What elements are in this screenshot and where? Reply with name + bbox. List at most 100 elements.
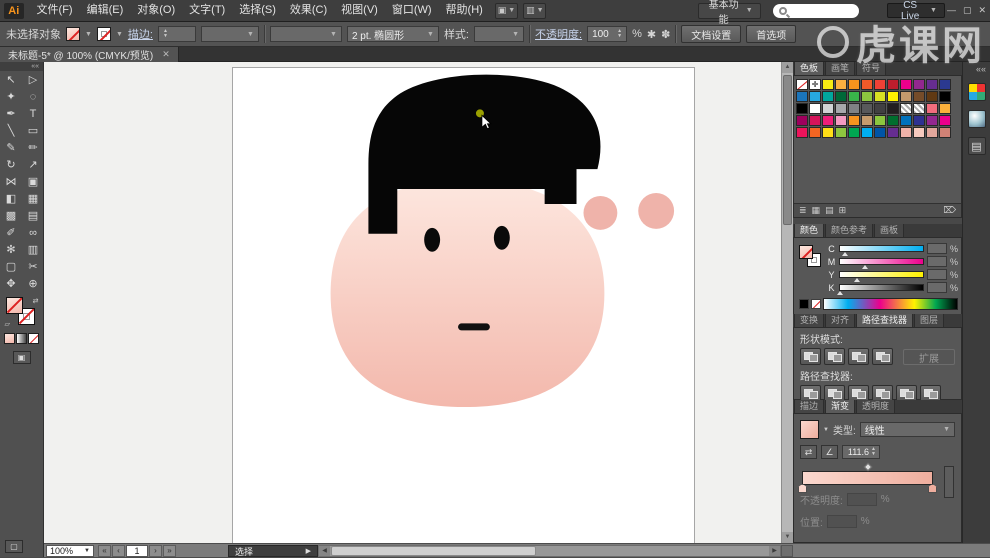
stepper-icon[interactable]: ▲▼ [163,29,168,39]
line-segment-tool[interactable]: ╲ [0,122,22,139]
swatch-5[interactable] [861,79,873,90]
vertical-scroll-thumb[interactable] [783,75,792,225]
tab-色板[interactable]: 色板 [794,62,824,75]
gradient-angle-field[interactable]: 111.6▲▼ [842,445,880,459]
artboard-number-field[interactable]: 1 [126,545,148,557]
gradient-tool[interactable]: ▤ [22,207,44,224]
swatch-59[interactable] [939,127,951,138]
color-guide-icon[interactable] [968,83,986,101]
swatch-57[interactable] [913,127,925,138]
swatch-3[interactable] [835,79,847,90]
menu-item-0[interactable]: 文件(F) [30,0,80,21]
channel-slider[interactable] [839,271,924,278]
tab-路径查找器[interactable]: 路径查找器 [856,314,913,327]
swatch-13[interactable] [809,91,821,102]
menu-item-5[interactable]: 效果(C) [283,0,334,21]
scroll-right-icon[interactable]: ▶ [769,546,780,556]
channel-value-field[interactable] [927,282,947,293]
scroll-down-icon[interactable]: ▼ [782,532,793,543]
swatch-kinds-icon[interactable]: ▤ [825,205,834,216]
appearance-icon[interactable]: ✱ [647,28,656,41]
swatch-6[interactable] [874,79,886,90]
slider-marker-icon[interactable] [837,291,843,295]
swatch-28[interactable] [848,103,860,114]
swatch-50[interactable] [822,127,834,138]
scroll-up-icon[interactable]: ▲ [782,62,793,73]
channel-value-field[interactable] [927,243,947,254]
stroke-profile-select[interactable]: ▼ [201,26,259,42]
slider-marker-icon[interactable] [854,278,860,282]
canvas-area[interactable] [44,62,781,543]
arrange-documents-button[interactable]: ▣▼ [495,3,518,19]
close-tab-icon[interactable]: ✕ [162,49,170,60]
stepper-icon[interactable]: ▲▼ [617,29,622,39]
stroke-panel-link[interactable]: 描边: [128,26,153,42]
none-swatch[interactable] [811,299,821,309]
swatch-8[interactable] [900,79,912,90]
collapse-tools-icon[interactable]: «« [0,62,43,71]
swatch-1[interactable]: ✛ [809,79,821,90]
style-select[interactable]: ▼ [474,26,524,42]
first-artboard-button[interactable]: « [98,545,111,557]
slice-tool[interactable]: ✂ [22,258,44,275]
swatch-9[interactable] [913,79,925,90]
workspace-switcher-button[interactable]: 基本功能▼ [698,3,760,19]
document-tab[interactable]: 未标题-5* @ 100% (CMYK/预览) ✕ [0,47,179,62]
swatch-40[interactable] [848,115,860,126]
swatch-41[interactable] [861,115,873,126]
tab-透明度[interactable]: 透明度 [856,400,895,413]
swatch-libraries-icon[interactable]: ≣ [799,205,807,216]
selection-tool[interactable]: ↖ [0,71,22,88]
opacity-panel-link[interactable]: 不透明度: [535,26,582,42]
swatch-51[interactable] [835,127,847,138]
intersect-button[interactable] [848,348,869,365]
horizontal-scrollbar[interactable]: ◀ ▶ [318,545,781,557]
preferences-button[interactable]: 首选项 [746,25,796,43]
swatch-52[interactable] [848,127,860,138]
swatch-27[interactable] [835,103,847,114]
blend-tool[interactable]: ∞ [22,224,44,241]
width-tool[interactable]: ⋈ [0,173,22,190]
gradient-type-select[interactable]: 线性▼ [860,422,955,437]
pencil-tool[interactable]: ✏ [22,139,44,156]
color-group-icon[interactable]: ▦ [812,205,821,216]
menu-item-8[interactable]: 帮助(H) [439,0,490,21]
minus-front-button[interactable] [824,348,845,365]
swatch-20[interactable] [900,91,912,102]
swatch-48[interactable] [796,127,808,138]
swatch-35[interactable] [939,103,951,114]
tab-描边[interactable]: 描边 [794,400,824,413]
swatch-36[interactable] [796,115,808,126]
swatch-33[interactable] [913,103,925,114]
menu-item-1[interactable]: 编辑(E) [80,0,131,21]
screen-layout-button[interactable]: ▥▼ [523,3,546,19]
next-artboard-button[interactable]: › [149,545,162,557]
menu-item-3[interactable]: 文字(T) [182,0,232,21]
zoom-level-select[interactable]: 100%▼ [46,545,94,557]
swatch-29[interactable] [861,103,873,114]
gradient-annotator-slider[interactable] [944,466,954,498]
stroke-color-swatch[interactable] [97,27,111,41]
swatch-2[interactable] [822,79,834,90]
tab-画板[interactable]: 画板 [874,224,904,237]
tab-颜色参考[interactable]: 颜色参考 [825,224,873,237]
channel-value-field[interactable] [927,256,947,267]
pen-tool[interactable]: ✒ [0,105,22,122]
swatch-17[interactable] [861,91,873,102]
swatch-55[interactable] [887,127,899,138]
direct-selection-tool[interactable]: ▷ [22,71,44,88]
gradient-midpoint[interactable] [863,463,871,471]
screen-mode-button[interactable]: ▢ [5,540,23,553]
swatch-47[interactable] [939,115,951,126]
document-setup-button[interactable]: 文档设置 [681,25,741,43]
rotate-tool[interactable]: ↻ [0,156,22,173]
swatch-34[interactable] [926,103,938,114]
swatch-4[interactable] [848,79,860,90]
zoom-tool[interactable]: ⊕ [22,275,44,292]
collapse-dock-icon[interactable]: «« [976,64,990,74]
swap-fill-stroke-icon[interactable]: ⇄ [33,297,39,305]
swatch-15[interactable] [835,91,847,102]
swatch-38[interactable] [822,115,834,126]
channel-slider[interactable] [839,284,924,291]
swatch-7[interactable] [887,79,899,90]
